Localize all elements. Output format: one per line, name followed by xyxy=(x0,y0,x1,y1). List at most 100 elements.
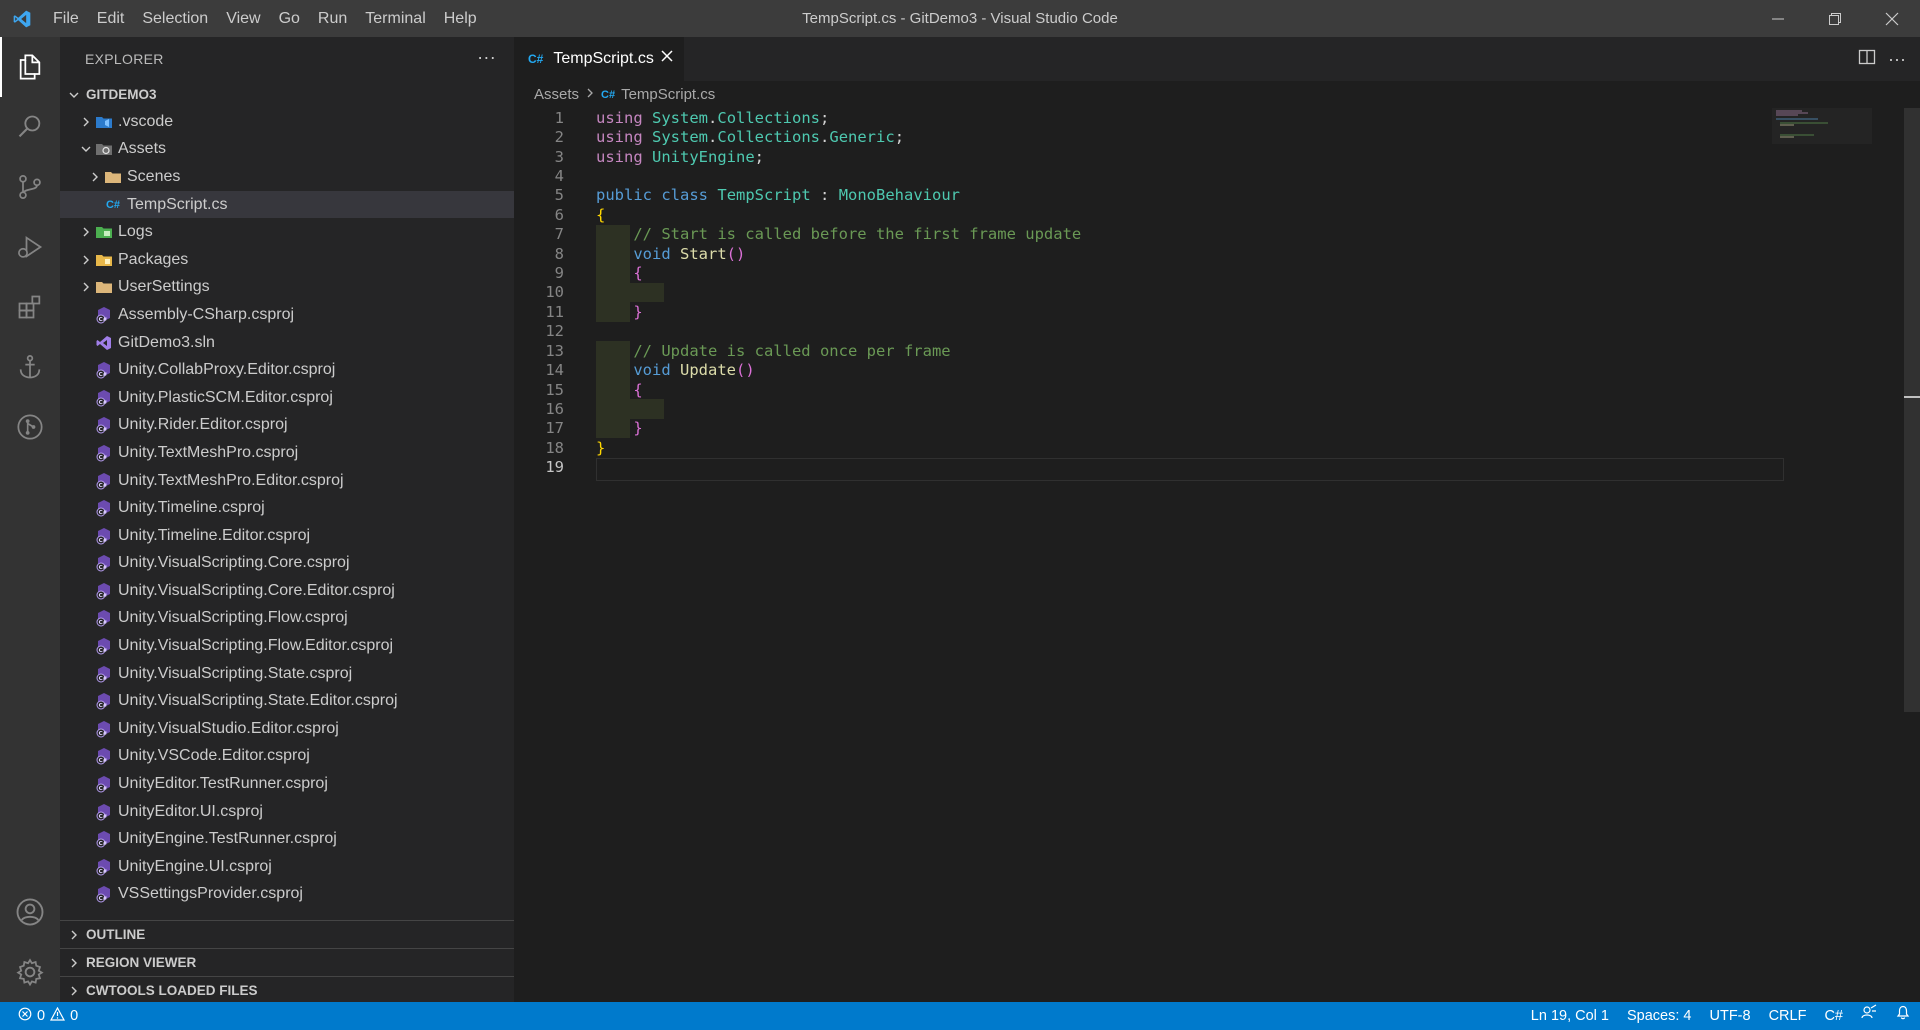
panel-title: REGION VIEWER xyxy=(86,955,197,970)
file-item[interactable]: C# Assembly-CSharp.csproj xyxy=(60,301,514,329)
file-item[interactable]: C# Unity.VisualScripting.Flow.csproj xyxy=(60,605,514,633)
language-mode[interactable]: C# xyxy=(1815,1002,1852,1030)
folder-item[interactable]: UserSettings xyxy=(60,274,514,302)
tree-item-label: TempScript.cs xyxy=(127,195,228,213)
tree-item-label: Unity.TextMeshPro.csproj xyxy=(118,443,299,461)
cursor-position[interactable]: Ln 19, Col 1 xyxy=(1522,1002,1618,1030)
git-graph-icon[interactable] xyxy=(0,397,60,457)
folder-item[interactable]: .vscode xyxy=(60,108,514,136)
restore-icon[interactable] xyxy=(1806,0,1863,37)
outline-panel[interactable]: OUTLINE xyxy=(60,920,514,948)
file-item[interactable]: C# VSSettingsProvider.csproj xyxy=(60,881,514,909)
csproj-icon: C# xyxy=(94,747,114,765)
cwtools-loaded-files-panel[interactable]: CWTOOLS LOADED FILES xyxy=(60,976,514,1004)
split-editor-icon[interactable] xyxy=(1858,48,1876,71)
menu-item-selection[interactable]: Selection xyxy=(133,0,217,37)
menu-item-run[interactable]: Run xyxy=(309,0,356,37)
file-item[interactable]: C# Unity.Timeline.csproj xyxy=(60,494,514,522)
workspace-root[interactable]: GITDEMO3 xyxy=(60,81,514,108)
csproj-icon: C# xyxy=(94,499,114,517)
tree-item-label: Packages xyxy=(118,250,189,268)
source-control-icon[interactable] xyxy=(0,157,60,217)
code-editor[interactable]: 1 using System.Collections; 2 using System.… xyxy=(514,108,1904,1002)
line-source: { xyxy=(633,264,643,283)
anchor-icon[interactable] xyxy=(0,337,60,397)
svg-text:C#: C# xyxy=(99,483,108,489)
tree-item-label: Unity.VisualScripting.Core.Editor.csproj xyxy=(118,581,395,599)
file-item[interactable]: C# Unity.TextMeshPro.Editor.csproj xyxy=(60,467,514,495)
run-debug-icon[interactable] xyxy=(0,217,60,277)
csharp-icon: C# xyxy=(601,88,616,101)
menu-item-file[interactable]: File xyxy=(44,0,88,37)
file-item[interactable]: C# Unity.VisualScripting.State.csproj xyxy=(60,660,514,688)
menu-item-view[interactable]: View xyxy=(217,0,269,37)
file-item[interactable]: C# TempScript.cs xyxy=(60,190,514,219)
tree-item-label: UnityEngine.TestRunner.csproj xyxy=(118,830,337,848)
breadcrumb-folder[interactable]: Assets xyxy=(534,86,579,103)
tree-item-label: Unity.VisualScripting.Flow.csproj xyxy=(118,609,348,627)
line-source: { xyxy=(596,205,606,224)
encoding[interactable]: UTF-8 xyxy=(1700,1002,1759,1030)
settings-gear-icon[interactable] xyxy=(0,942,60,1002)
file-item[interactable]: C# Unity.VisualScripting.State.Editor.csp… xyxy=(60,687,514,715)
tree-item-label: UserSettings xyxy=(118,278,210,296)
folder-item[interactable]: Assets xyxy=(60,136,514,164)
folder-item[interactable]: Packages xyxy=(60,246,514,274)
menu-item-edit[interactable]: Edit xyxy=(88,0,134,37)
search-icon[interactable] xyxy=(0,97,60,157)
file-item[interactable]: C# UnityEngine.TestRunner.csproj xyxy=(60,825,514,853)
breadcrumb-file[interactable]: TempScript.cs xyxy=(621,86,715,103)
file-item[interactable]: C# UnityEditor.UI.csproj xyxy=(60,798,514,826)
chevron-right-icon xyxy=(66,927,82,943)
code-line: 3 using UnityEngine; xyxy=(514,147,1784,166)
file-item[interactable]: C# UnityEditor.TestRunner.csproj xyxy=(60,770,514,798)
problems-indicator[interactable]: 0 0 xyxy=(0,1006,78,1025)
panel-title: OUTLINE xyxy=(86,927,146,942)
csproj-icon: C# xyxy=(94,637,114,655)
minimize-icon[interactable] xyxy=(1749,0,1806,37)
line-number: 8 xyxy=(554,244,564,263)
svg-text:C#: C# xyxy=(99,510,108,516)
minimap[interactable] xyxy=(1772,108,1888,148)
menu-item-terminal[interactable]: Terminal xyxy=(356,0,434,37)
notifications-bell-icon[interactable] xyxy=(1886,1002,1920,1030)
more-actions-icon[interactable]: ··· xyxy=(477,47,496,68)
file-item[interactable]: C# Unity.VisualScripting.Core.Editor.cspr… xyxy=(60,577,514,605)
file-item[interactable]: C# Unity.VisualScripting.Core.csproj xyxy=(60,550,514,578)
csproj-icon: C# xyxy=(94,582,114,600)
menu-item-help[interactable]: Help xyxy=(435,0,486,37)
folder-item[interactable]: Scenes xyxy=(60,163,514,191)
file-item[interactable]: C# Unity.VSCode.Editor.csproj xyxy=(60,743,514,771)
region-viewer-panel[interactable]: REGION VIEWER xyxy=(60,948,514,976)
end-of-line[interactable]: CRLF xyxy=(1760,1002,1816,1030)
folder-item[interactable]: Logs xyxy=(60,218,514,246)
file-item[interactable]: C# Unity.VisualScripting.Flow.Editor.cspr… xyxy=(60,632,514,660)
indentation[interactable]: Spaces: 4 xyxy=(1618,1002,1701,1030)
file-item[interactable]: GitDemo3.sln xyxy=(60,329,514,357)
extensions-icon[interactable] xyxy=(0,277,60,337)
chevron-down-icon xyxy=(66,87,82,103)
file-item[interactable]: C# UnityEngine.UI.csproj xyxy=(60,853,514,881)
explorer-icon[interactable] xyxy=(0,37,60,97)
title-bar: File Edit Selection View Go Run Terminal Help T… xyxy=(0,0,1920,37)
file-item[interactable]: C# Unity.TextMeshPro.csproj xyxy=(60,439,514,467)
more-actions-icon[interactable]: ··· xyxy=(1888,49,1906,70)
account-icon[interactable] xyxy=(0,882,60,942)
file-item[interactable]: C# Unity.Rider.Editor.csproj xyxy=(60,412,514,440)
close-icon[interactable] xyxy=(660,49,674,68)
close-window-icon[interactable] xyxy=(1863,0,1920,37)
tab-tempscript[interactable]: C# TempScript.cs xyxy=(514,37,684,81)
line-number: 12 xyxy=(545,322,564,341)
file-item[interactable]: C# Unity.PlasticSCM.Editor.csproj xyxy=(60,384,514,412)
menu-item-go[interactable]: Go xyxy=(270,0,309,37)
file-item[interactable]: C# Unity.Timeline.Editor.csproj xyxy=(60,522,514,550)
vertical-scrollbar[interactable] xyxy=(1904,108,1920,712)
file-item[interactable]: C# Unity.VisualStudio.Editor.csproj xyxy=(60,715,514,743)
tree-item-label: Assembly-CSharp.csproj xyxy=(118,305,295,323)
feedback-icon[interactable] xyxy=(1852,1002,1886,1030)
file-item[interactable]: C# Unity.CollabProxy.Editor.csproj xyxy=(60,356,514,384)
